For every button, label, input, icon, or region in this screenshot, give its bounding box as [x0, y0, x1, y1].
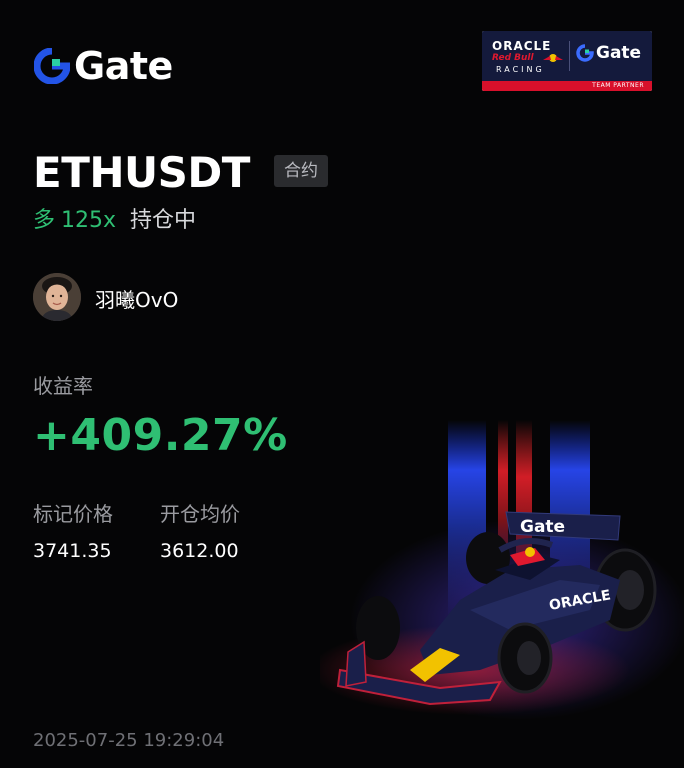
avatar — [33, 273, 81, 321]
wing-gate-text: Gate — [520, 517, 565, 537]
position-side: 多 — [33, 208, 56, 233]
share-card: Gate ORACLE Red Bull RACING Gate TEAM PA… — [0, 0, 684, 768]
partner-badge: ORACLE Red Bull RACING Gate TEAM PARTNER — [482, 31, 652, 91]
trading-pair: ETHUSDT — [33, 148, 250, 197]
position-info: 多 125x 持仓中 — [33, 206, 196, 236]
username: 羽曦OvO — [95, 288, 179, 312]
redbull-text: Red Bull — [492, 53, 534, 63]
team-partner-text: TEAM PARTNER — [592, 82, 644, 89]
contract-badge: 合约 — [274, 155, 328, 187]
racing-text: RACING — [496, 65, 545, 74]
mark-price-label: 标记价格 — [33, 502, 113, 526]
gate-logo: Gate — [34, 46, 173, 86]
leverage: 125x — [61, 208, 117, 233]
roi-label: 收益率 — [33, 374, 93, 398]
oracle-text: ORACLE — [492, 39, 552, 53]
timestamp: 2025-07-25 19:29:04 — [33, 730, 225, 751]
partner-gate-logo: Gate — [576, 43, 641, 63]
entry-price-label: 开仓均价 — [160, 502, 240, 526]
entry-price-value: 3612.00 — [160, 540, 239, 562]
gate-small-icon — [576, 44, 594, 62]
bottom-edge — [0, 768, 684, 776]
mark-price-value: 3741.35 — [33, 540, 112, 562]
gate-logo-icon — [34, 48, 70, 84]
bull-logo-icon — [543, 54, 563, 62]
user-avatar-icon — [33, 273, 81, 321]
roi-value: +409.27% — [33, 410, 288, 461]
f1-car-image: Gate ORACLE — [320, 420, 684, 720]
position-status: 持仓中 — [130, 208, 197, 233]
brand-name: Gate — [74, 44, 173, 88]
